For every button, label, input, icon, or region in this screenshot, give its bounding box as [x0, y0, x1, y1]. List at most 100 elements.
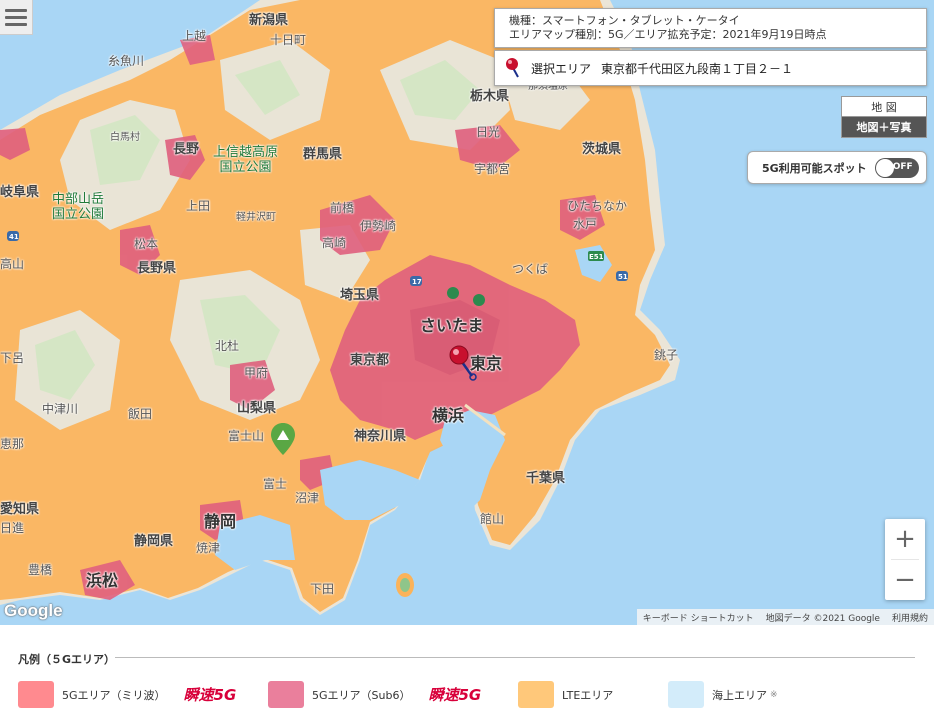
map-label-joetsu: 上越 [182, 29, 207, 43]
legend-label: LTEエリア [562, 688, 614, 702]
map-label-fuji: 富士 [263, 477, 288, 491]
terms-link[interactable]: 利用規約 [885, 609, 934, 625]
map-label-shizuoka-pref: 静岡県 [134, 534, 174, 549]
coverage-map[interactable]: 41 17 E51 51 新潟県 十日町 上越 糸魚川 白馬村 長野 上信越高原… [0, 0, 934, 625]
menu-icon-bar [5, 8, 27, 12]
5g-spot-toggle-button[interactable]: 5G利用可能スポット OFF [747, 151, 927, 184]
keyboard-shortcuts-link[interactable]: キーボード ショートカット [636, 609, 760, 625]
selected-area-address: 東京都千代田区九段南１丁目２－１ [601, 61, 794, 76]
toggle-knob [875, 158, 894, 177]
map-label-nakatsugawa: 中津川 [42, 402, 79, 416]
toggle-switch[interactable]: OFF [874, 157, 919, 178]
map-label-shimoro: 下呂 [0, 351, 25, 365]
legend: 凡例（５Gエリア） 5Gエリア（ミリ波） 瞬速5G 5Gエリア（Sub6） 瞬速… [0, 625, 934, 714]
sea-swatch [668, 681, 704, 708]
map-label-itoigawa: 糸魚川 [108, 54, 145, 68]
map-type-toggle[interactable]: 地 図 地図＋写真 [841, 96, 927, 138]
menu-button[interactable] [0, 0, 33, 35]
map-type-line: エリアマップ種別：5G／エリア拡充予定：2021年9月19日時点 [509, 27, 827, 41]
brand-logo: 瞬速5G [183, 686, 237, 704]
map-label-choshi: 銚子 [654, 348, 679, 362]
map-label-tateyama: 館山 [480, 512, 505, 526]
map-photo-option[interactable]: 地図＋写真 [842, 117, 926, 137]
brand-logo: 瞬速5G [428, 686, 482, 704]
map-label-gifu: 岐阜県 [0, 185, 40, 200]
svg-text:51: 51 [618, 273, 628, 281]
map-label-numazu: 沼津 [295, 491, 320, 505]
legend-label: 海上エリア [712, 688, 767, 702]
zoom-in-button[interactable]: + [885, 519, 925, 559]
map-label-tochigi: 栃木県 [470, 89, 510, 104]
map-label-nagano-city: 長野 [173, 142, 200, 157]
map-label-chubu-park: 中部山岳 国立公園 [52, 192, 105, 222]
svg-text:17: 17 [412, 278, 422, 286]
map-label-fujisan: 富士山 [228, 429, 265, 443]
map-info-panel: 機種：スマートフォン・タブレット・ケータイ エリアマップ種別：5G／エリア拡充予… [494, 8, 927, 48]
menu-icon-bar [5, 15, 27, 19]
legend-title: 凡例（５Gエリア） [18, 653, 116, 666]
map-label-tokyo-metro: 東京都 [350, 353, 390, 368]
map-terrain: 41 17 E51 51 [0, 0, 934, 625]
legend-item-lte: LTEエリア [518, 681, 613, 708]
map-label-hitachinaka: ひたちなか [567, 199, 628, 213]
map-label-nikko: 日光 [476, 125, 501, 139]
map-label-shizuoka-city: 静岡 [204, 512, 237, 531]
map-label-niigata: 新潟県 [249, 13, 289, 28]
map-label-yaizu: 焼津 [196, 541, 221, 555]
map-label-ueda: 上田 [186, 199, 211, 213]
map-label-joshinetsu-park: 上信越高原 国立公園 [213, 145, 279, 175]
map-label-maebashi: 前橋 [330, 201, 355, 215]
selected-area-panel[interactable]: 選択エリア 東京都千代田区九段南１丁目２－１ [494, 50, 927, 86]
svg-text:41: 41 [9, 233, 19, 241]
map-label-iida: 飯田 [128, 407, 153, 421]
map-only-option[interactable]: 地 図 [842, 97, 926, 117]
map-label-nisshin: 日進 [0, 521, 25, 535]
device-type-line: 機種：スマートフォン・タブレット・ケータイ [509, 14, 740, 27]
map-label-saitama: さいたま [420, 316, 484, 335]
map-label-hokuto: 北杜 [215, 339, 240, 353]
map-label-yamanashi: 山梨県 [237, 401, 277, 416]
map-attribution: キーボード ショートカット 地図データ ©2021 Google 利用規約 [636, 609, 934, 625]
menu-icon-bar [5, 22, 27, 26]
sub6-swatch [268, 681, 304, 708]
svg-text:E51: E51 [589, 253, 604, 261]
map-pin-icon [506, 58, 519, 78]
zoom-control[interactable]: + − [885, 519, 925, 600]
map-label-mito: 水戸 [573, 217, 598, 231]
map-label-hamamatsu: 浜松 [86, 571, 119, 590]
map-label-ibaraki: 茨城県 [582, 142, 622, 157]
map-label-shimoda: 下田 [310, 582, 335, 596]
legend-label: 5Gエリア（Sub6） [312, 688, 411, 702]
toggle-state: OFF [892, 161, 913, 172]
legend-item-sea: 海上エリア ※ [668, 681, 778, 708]
map-label-toyohashi: 豊橋 [28, 563, 53, 577]
map-label-takayama: 高山 [0, 257, 25, 271]
map-label-tokamachi: 十日町 [270, 33, 307, 47]
map-label-hakuba: 白馬村 [110, 132, 140, 143]
map-label-yokohama: 横浜 [432, 406, 465, 425]
map-label-isesaki: 伊勢崎 [360, 219, 397, 233]
map-label-chiba: 千葉県 [526, 471, 566, 486]
map-label-utsunomiya: 宇都宮 [474, 162, 511, 176]
legend-item-mmwave: 5Gエリア（ミリ波） 瞬速5G [18, 681, 236, 708]
map-label-aichi: 愛知県 [0, 502, 40, 517]
map-label-kofu: 甲府 [244, 366, 269, 380]
map-label-gunma: 群馬県 [303, 147, 343, 162]
mmwave-swatch [18, 681, 54, 708]
selected-area-label: 選択エリア [531, 61, 592, 76]
5g-spot-label: 5G利用可能スポット [762, 161, 867, 175]
map-label-tsukuba: つくば [512, 262, 549, 276]
map-label-kanagawa: 神奈川県 [354, 429, 407, 444]
legend-item-sub6: 5Gエリア（Sub6） 瞬速5G [268, 681, 481, 708]
legend-note: ※ [770, 689, 778, 700]
map-label-takasaki: 高崎 [322, 236, 347, 250]
map-label-tokyo: 東京 [470, 354, 503, 373]
map-label-saitama-pref: 埼玉県 [340, 288, 380, 303]
map-label-ena: 恵那 [0, 437, 25, 451]
legend-divider [115, 657, 915, 658]
map-label-matsumoto: 松本 [134, 237, 159, 251]
google-logo: Google [4, 601, 63, 620]
lte-swatch [518, 681, 554, 708]
map-label-nagano-pref: 長野県 [137, 261, 177, 276]
zoom-out-button[interactable]: − [885, 560, 925, 600]
